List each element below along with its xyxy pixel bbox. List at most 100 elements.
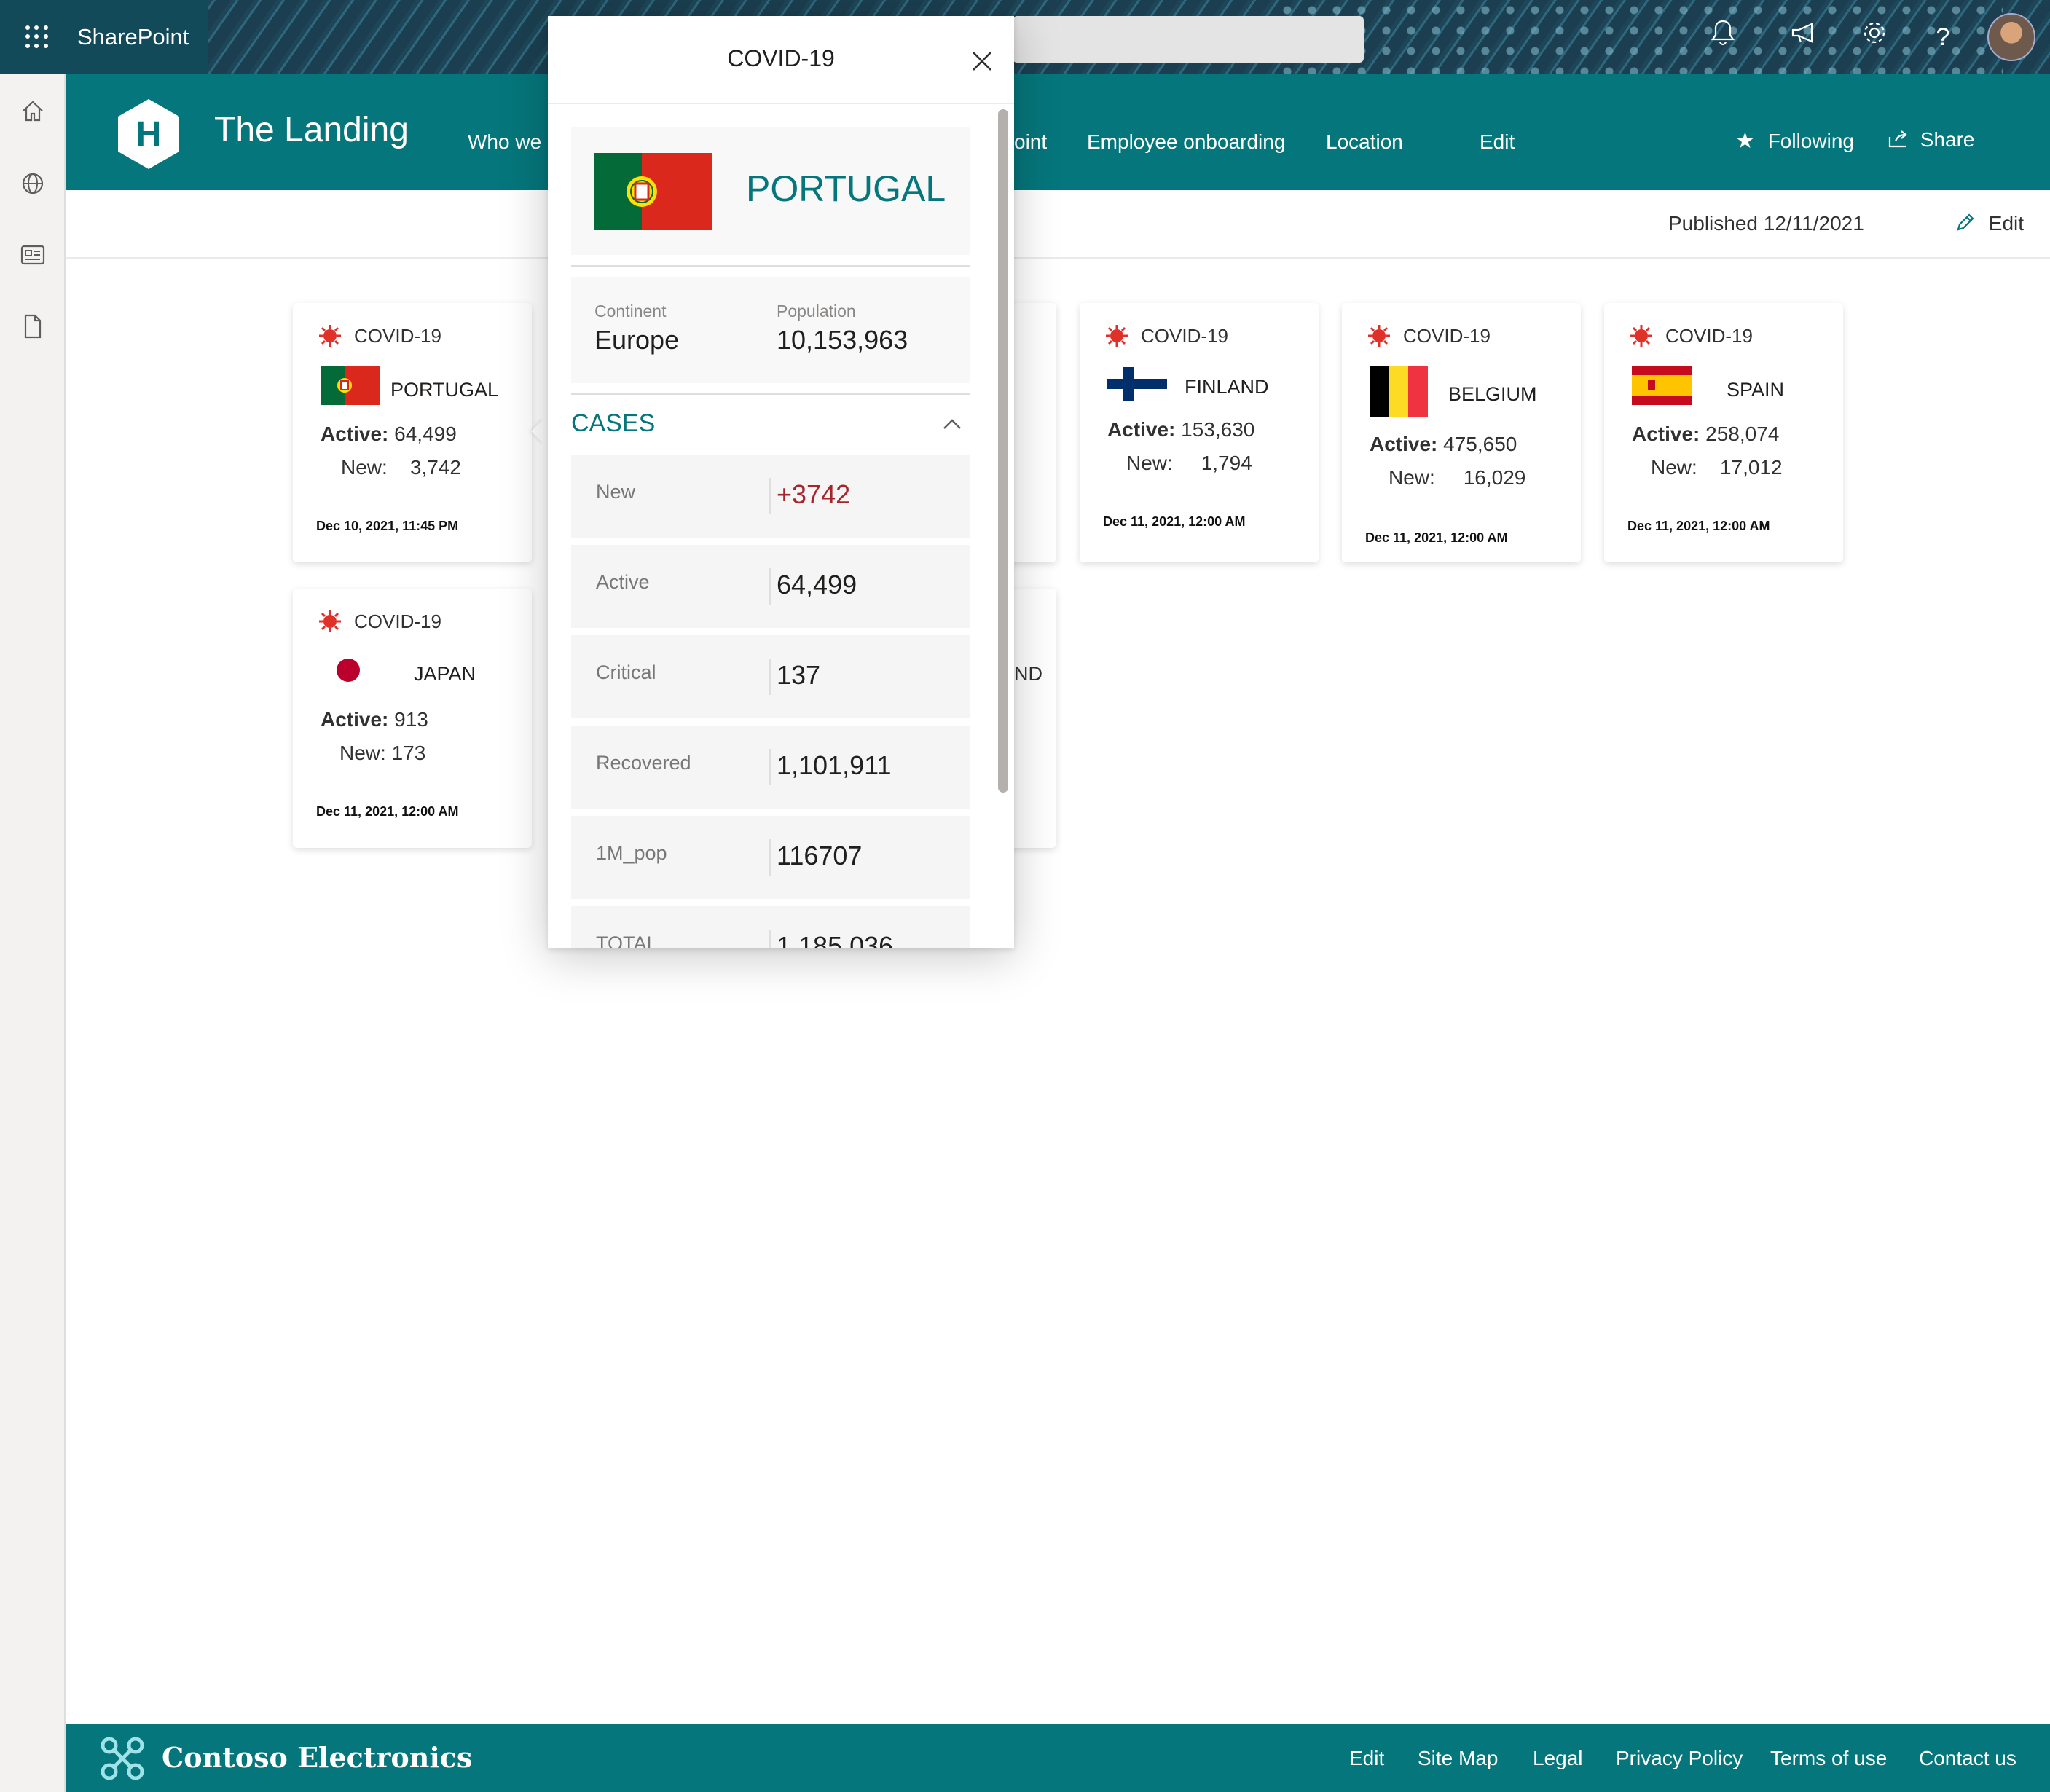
nav-item-edit[interactable]: Edit bbox=[1480, 130, 1515, 154]
card-date: Dec 11, 2021, 12:00 AM bbox=[1103, 514, 1246, 529]
nav-item-location[interactable]: Location bbox=[1326, 130, 1403, 154]
card-date: Dec 11, 2021, 12:00 AM bbox=[316, 804, 459, 819]
continent-value: Europe bbox=[594, 325, 680, 355]
row-label: Recovered bbox=[596, 752, 691, 774]
site-footer: Contoso Electronics Edit Site Map Legal … bbox=[66, 1724, 2050, 1792]
row-value: +3742 bbox=[777, 479, 851, 509]
card-new: New: 173 bbox=[339, 742, 426, 764]
spain-flag-icon bbox=[1632, 366, 1692, 405]
footer-link-contact-us[interactable]: Contact us bbox=[1919, 1747, 2016, 1770]
cases-row-active: Active 64,499 bbox=[571, 545, 970, 628]
virus-icon bbox=[1106, 325, 1128, 347]
following-button[interactable]: ★ Following bbox=[1735, 128, 1854, 154]
row-label: TOTAL bbox=[596, 932, 658, 948]
card-title: COVID-19 bbox=[354, 324, 441, 347]
virus-icon bbox=[1368, 325, 1390, 347]
site-logo[interactable]: H bbox=[115, 98, 182, 170]
covid-card-japan[interactable]: COVID-19 JAPAN Active: 913 New: 173 Dec … bbox=[293, 589, 532, 848]
covid-card-finland[interactable]: COVID-19 FINLAND Active: 153,630 New: 1,… bbox=[1080, 303, 1319, 562]
site-title[interactable]: The Landing bbox=[214, 110, 409, 150]
footer-link-legal[interactable]: Legal bbox=[1533, 1747, 1583, 1770]
home-icon[interactable] bbox=[15, 93, 51, 130]
country-info: Continent Europe Population 10,153,963 bbox=[571, 277, 970, 383]
divider bbox=[571, 265, 970, 267]
share-icon bbox=[1888, 130, 1907, 148]
avatar[interactable] bbox=[1987, 13, 2035, 61]
cases-row-recovered: Recovered 1,101,911 bbox=[571, 726, 970, 809]
card-active: Active: 258,074 bbox=[1632, 423, 1780, 445]
card-date: Dec 11, 2021, 12:00 AM bbox=[1627, 519, 1770, 533]
app-bar bbox=[0, 74, 66, 1792]
waffle-icon bbox=[25, 25, 49, 49]
covid-card-portugal[interactable]: COVID-19 PORTUGAL Active: 64,499 New: 3,… bbox=[293, 303, 532, 562]
nav-item-employee-onboarding[interactable]: Employee onboarding bbox=[1087, 130, 1285, 154]
footer-link-terms-of-use[interactable]: Terms of use bbox=[1770, 1747, 1887, 1770]
cases-section-header[interactable]: CASES bbox=[571, 409, 655, 438]
card-date: Dec 10, 2021, 11:45 PM bbox=[316, 519, 459, 533]
row-divider bbox=[769, 478, 771, 514]
row-label: Active bbox=[596, 571, 650, 593]
row-value: 137 bbox=[777, 660, 821, 690]
divider bbox=[548, 103, 1014, 104]
covid-card-spain[interactable]: COVID-19 SPAIN Active: 258,074 New: 17,0… bbox=[1604, 303, 1843, 562]
app-launcher-button[interactable] bbox=[0, 0, 74, 74]
scrollbar-thumb[interactable] bbox=[998, 109, 1008, 793]
finland-flag-icon bbox=[1107, 367, 1167, 401]
share-button[interactable]: Share bbox=[1887, 128, 1975, 152]
belgium-flag-icon bbox=[1370, 366, 1428, 417]
card-country-name: JAPAN bbox=[414, 663, 476, 685]
card-header: COVID-19 bbox=[1104, 323, 1228, 348]
japan-flag-icon bbox=[335, 657, 361, 683]
gear-icon[interactable] bbox=[1856, 19, 1893, 55]
virus-icon bbox=[1630, 325, 1652, 347]
card-date: Dec 11, 2021, 12:00 AM bbox=[1365, 530, 1508, 545]
search-box[interactable] bbox=[1013, 16, 1364, 63]
chevron-up-icon[interactable] bbox=[941, 415, 963, 433]
row-divider bbox=[769, 659, 771, 695]
cases-row-total: TOTAL 1,185,036 bbox=[571, 906, 970, 948]
site-logo-letter: H bbox=[136, 115, 162, 154]
cases-row-critical: Critical 137 bbox=[571, 635, 970, 718]
card-header: COVID-19 bbox=[1629, 323, 1753, 348]
pencil-icon bbox=[1957, 213, 1974, 231]
footer-link-site-map[interactable]: Site Map bbox=[1418, 1747, 1499, 1770]
portugal-flag-icon bbox=[321, 366, 380, 405]
virus-icon bbox=[319, 325, 341, 347]
continent-label: Continent bbox=[594, 302, 667, 321]
card-country-name: FINLAND bbox=[1185, 376, 1269, 398]
close-icon bbox=[973, 52, 991, 71]
suite-brand-link[interactable]: SharePoint bbox=[74, 0, 208, 74]
news-icon[interactable] bbox=[15, 237, 51, 273]
star-icon: ★ bbox=[1735, 129, 1755, 153]
suite-bar: SharePoint ? bbox=[0, 0, 2050, 74]
card-active: Active: 64,499 bbox=[321, 423, 457, 445]
footer-company-name: Contoso Electronics bbox=[162, 1741, 473, 1774]
row-divider bbox=[769, 839, 771, 876]
card-country-name: BELGIUM bbox=[1448, 383, 1537, 405]
help-icon[interactable]: ? bbox=[1925, 19, 1961, 55]
card-new: New: 17,012 bbox=[1651, 456, 1783, 479]
contoso-logo-icon bbox=[99, 1735, 146, 1782]
callout-title: COVID-19 bbox=[727, 45, 835, 71]
covid-card-belgium[interactable]: COVID-19 BELGIUM Active: 475,650 New: 16… bbox=[1342, 303, 1581, 562]
edit-page-label: Edit bbox=[1988, 212, 2025, 235]
close-button[interactable] bbox=[966, 45, 998, 77]
following-label: Following bbox=[1767, 130, 1854, 152]
card-active: Active: 475,650 bbox=[1370, 433, 1517, 455]
row-value: 116707 bbox=[777, 841, 863, 871]
edit-page-button[interactable]: Edit bbox=[1954, 212, 2024, 235]
card-country-name: SPAIN bbox=[1727, 379, 1785, 401]
globe-icon[interactable] bbox=[15, 165, 51, 202]
footer-link-privacy-policy[interactable]: Privacy Policy bbox=[1616, 1747, 1743, 1770]
footer-link-edit[interactable]: Edit bbox=[1349, 1747, 1384, 1770]
card-new: New: 1,794 bbox=[1126, 452, 1252, 474]
card-title: COVID-19 bbox=[1665, 324, 1753, 347]
card-new: New: 16,029 bbox=[1389, 466, 1526, 489]
nav-item-who-we[interactable]: Who we bbox=[468, 130, 541, 154]
document-icon[interactable] bbox=[15, 308, 51, 345]
nav-item-point[interactable]: oint bbox=[1014, 130, 1047, 154]
bell-icon[interactable] bbox=[1705, 19, 1741, 55]
megaphone-icon[interactable] bbox=[1786, 19, 1823, 55]
cases-row-new: New +3742 bbox=[571, 455, 970, 538]
card-title: COVID-19 bbox=[354, 610, 441, 632]
